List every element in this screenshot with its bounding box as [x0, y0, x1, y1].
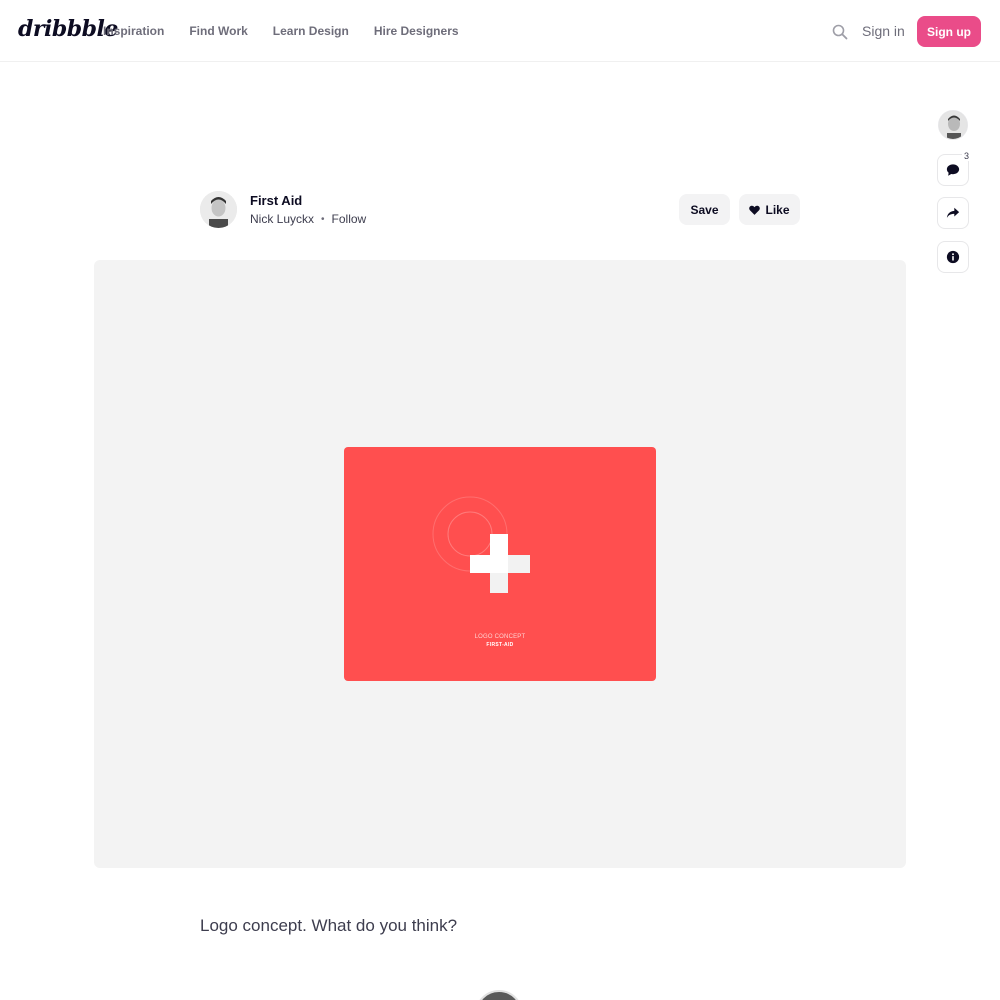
nav-find-work[interactable]: Find Work: [189, 24, 247, 38]
like-button[interactable]: Like: [739, 194, 800, 225]
nav-hire-designers[interactable]: Hire Designers: [374, 24, 459, 38]
comment-icon: [946, 164, 960, 176]
card-subcaption: FIRST-AID: [486, 642, 514, 648]
comments-count: 3: [962, 151, 972, 161]
info-icon: [946, 250, 960, 264]
main-nav: Inspiration Find Work Learn Design Hire …: [103, 24, 484, 38]
heart-icon: [749, 205, 761, 215]
rail-author-avatar[interactable]: [938, 110, 968, 140]
author-name[interactable]: Nick Luyckx: [250, 212, 314, 226]
shot-image[interactable]: LOGO CONCEPT FIRST-AID: [344, 447, 656, 681]
like-label: Like: [765, 202, 790, 217]
save-button[interactable]: Save: [679, 194, 730, 225]
meta-separator: •: [321, 213, 325, 225]
nav-inspiration[interactable]: Inspiration: [103, 24, 164, 38]
top-header: dribbble Inspiration Find Work Learn Des…: [0, 0, 1000, 62]
follow-link[interactable]: Follow: [332, 212, 367, 226]
share-icon: [946, 207, 960, 218]
author-avatar[interactable]: [200, 191, 237, 228]
sign-up-button[interactable]: Sign up: [917, 16, 981, 47]
info-button[interactable]: [937, 241, 969, 273]
bottom-author-avatar[interactable]: [475, 990, 523, 1000]
card-caption: LOGO CONCEPT: [474, 634, 526, 640]
shot-description: Logo concept. What do you think?: [200, 916, 458, 935]
shot-title: First Aid: [250, 193, 303, 208]
shot-meta: Nick Luyckx • Follow: [250, 212, 366, 226]
search-icon[interactable]: [832, 24, 848, 40]
share-button[interactable]: [937, 197, 969, 229]
sign-in-link[interactable]: Sign in: [862, 23, 905, 39]
nav-learn-design[interactable]: Learn Design: [273, 24, 349, 38]
